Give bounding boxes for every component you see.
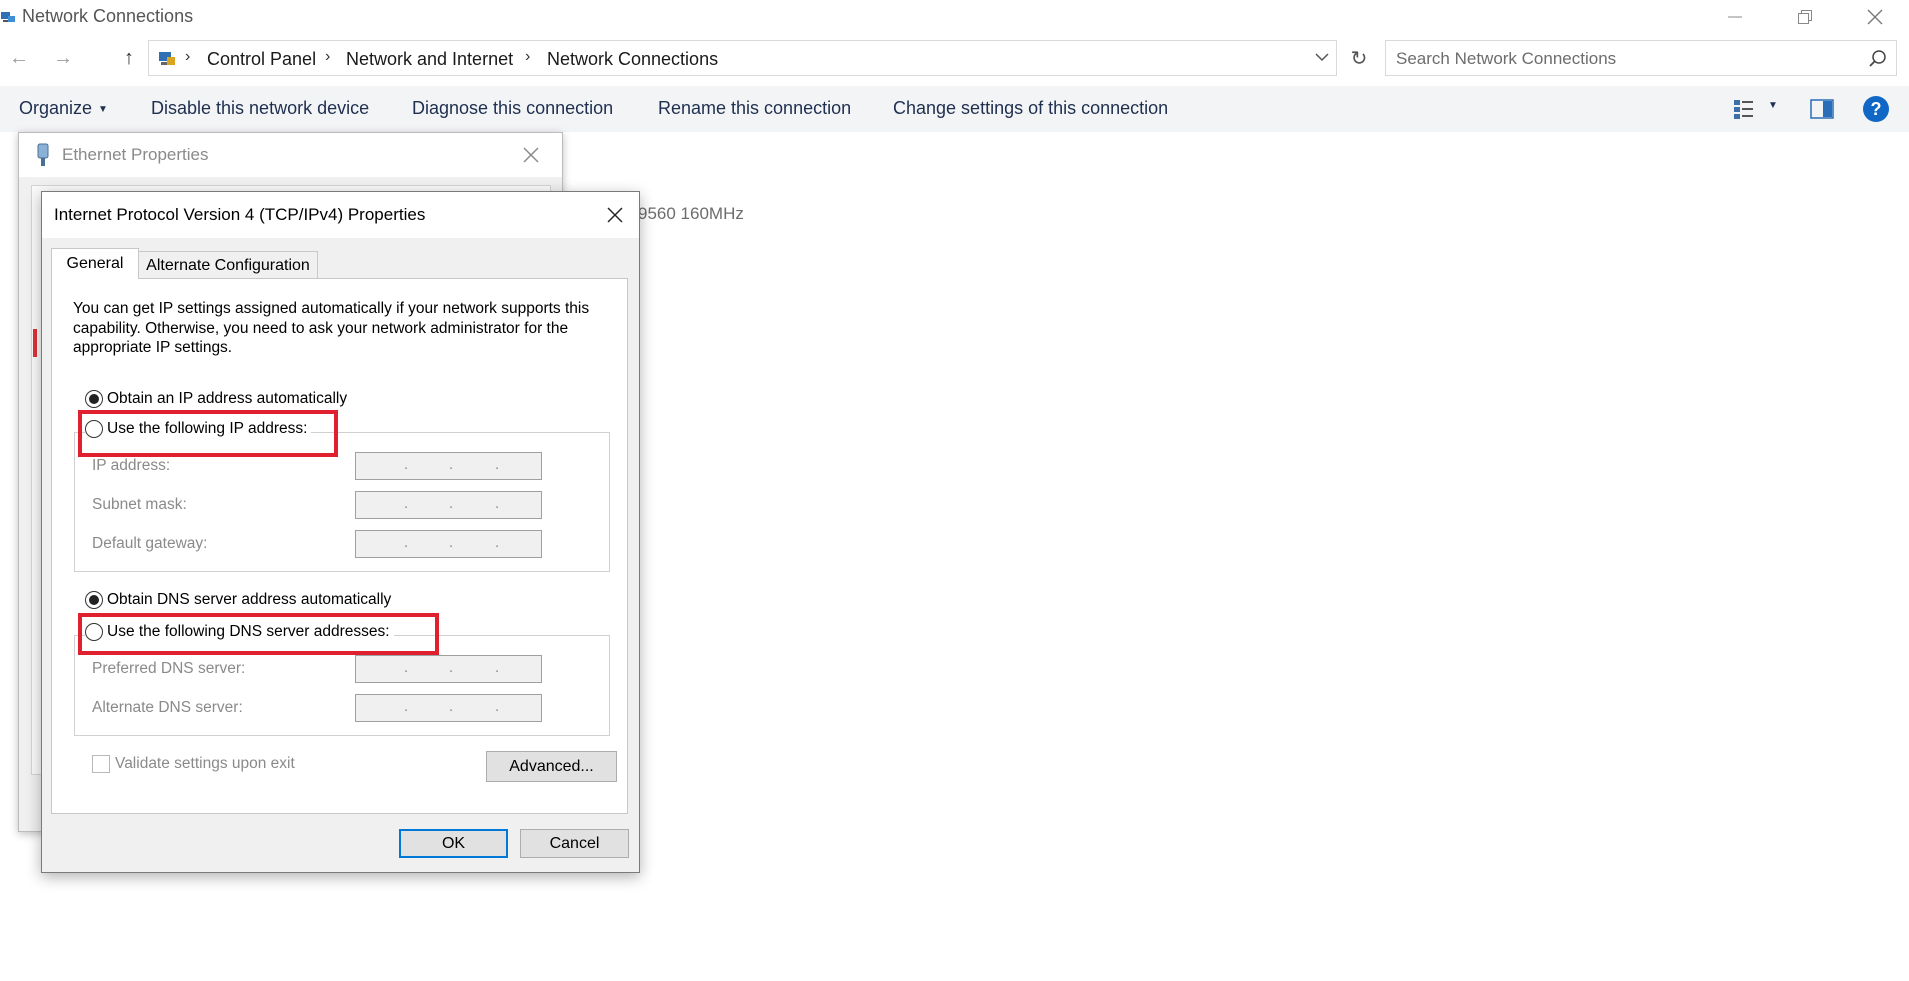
highlight-use-following-dns (78, 613, 439, 655)
window-titlebar: Network Connections (0, 0, 1909, 34)
tab-alternate-configuration[interactable]: Alternate Configuration (138, 251, 318, 279)
checkbox-unchecked-icon (92, 755, 110, 773)
ip-dot: . (449, 456, 454, 473)
obtain-dns-auto-label: Obtain DNS server address automatically (107, 591, 392, 608)
ipv4-dialog-title: Internet Protocol Version 4 (TCP/IPv4) P… (54, 205, 426, 224)
obtain-dns-auto-radio[interactable]: Obtain DNS server address automatically (85, 591, 391, 609)
address-row: ← → ↑ › Control Panel › Network and Inte… (0, 40, 1909, 76)
change-settings-button[interactable]: Change settings of this connection (893, 98, 1168, 119)
ip-dot: . (449, 534, 454, 551)
ip-address-label: IP address: (92, 457, 171, 474)
arrow-left-icon: ← (9, 46, 29, 69)
default-gateway-field: ... (355, 530, 542, 558)
change-view-icon[interactable] (1733, 98, 1755, 120)
chevron-down-icon[interactable] (1314, 49, 1330, 65)
ip-dot: . (404, 456, 409, 473)
ok-button[interactable]: OK (399, 829, 508, 858)
ip-dot: . (404, 534, 409, 551)
ethernet-adapter-icon (37, 143, 49, 166)
ipv4-dialog-titlebar: Internet Protocol Version 4 (TCP/IPv4) P… (42, 192, 639, 238)
ethernet-dialog-titlebar: Ethernet Properties (19, 133, 562, 177)
window-title: Network Connections (22, 6, 194, 26)
intro-text: You can get IP settings assigned automat… (73, 300, 590, 356)
ip-dot: . (449, 495, 454, 512)
ethernet-dialog-red-marker (33, 329, 37, 357)
ip-dot: . (449, 659, 454, 676)
organize-label: Organize (19, 98, 93, 118)
alternate-dns-field: ... (355, 694, 542, 722)
subnet-mask-field: ... (355, 491, 542, 519)
close-icon[interactable] (603, 203, 627, 227)
rename-connection-button[interactable]: Rename this connection (658, 98, 851, 119)
adapter-description-fragment: 9560 160MHz (638, 204, 744, 223)
default-gateway-label: Default gateway: (92, 535, 208, 552)
restore-icon (1798, 10, 1812, 24)
tab-general[interactable]: General (51, 248, 139, 279)
caret-down-icon: ▼ (98, 103, 108, 115)
breadcrumb-network-connections[interactable]: Network Connections (547, 49, 718, 70)
network-connections-icon (1, 12, 15, 22)
view-options-caret-icon[interactable]: ▼ (1768, 100, 1778, 111)
help-icon[interactable]: ? (1863, 96, 1889, 122)
help-label: ? (1870, 98, 1882, 119)
highlight-use-following-ip (78, 410, 338, 457)
breadcrumb-network-and-internet[interactable]: Network and Internet (346, 49, 513, 70)
search-input[interactable]: Search Network Connections (1385, 40, 1897, 76)
ip-dot: . (495, 698, 500, 715)
organize-menu[interactable]: Organize ▼ (19, 98, 108, 119)
control-panel-icon (159, 52, 175, 65)
refresh-icon: ↻ (1350, 47, 1368, 70)
arrow-right-icon: → (53, 46, 73, 69)
obtain-ip-auto-radio[interactable]: Obtain an IP address automatically (85, 390, 347, 408)
subnet-mask-label: Subnet mask: (92, 496, 187, 513)
restore-button[interactable] (1770, 0, 1840, 34)
preview-pane-icon[interactable] (1810, 98, 1834, 120)
validate-settings-checkbox: Validate settings upon exit (92, 755, 295, 773)
ipv4-properties-dialog: Internet Protocol Version 4 (TCP/IPv4) P… (41, 191, 640, 873)
close-icon (1867, 9, 1883, 25)
command-bar: Organize ▼ Disable this network device Di… (0, 86, 1909, 132)
advanced-button[interactable]: Advanced... (486, 751, 617, 782)
obtain-ip-auto-label: Obtain an IP address automatically (107, 390, 348, 407)
search-placeholder: Search Network Connections (1396, 49, 1617, 68)
cancel-button[interactable]: Cancel (520, 829, 629, 858)
chevron-right-icon: › (185, 48, 191, 65)
ip-dot: . (495, 659, 500, 676)
close-window-button[interactable] (1840, 0, 1909, 34)
alternate-dns-label: Alternate DNS server: (92, 699, 243, 716)
up-button[interactable]: ↑ (112, 40, 146, 76)
arrow-up-icon: ↑ (124, 46, 134, 69)
minimize-button[interactable] (1700, 0, 1770, 34)
diagnose-connection-button[interactable]: Diagnose this connection (412, 98, 613, 119)
ip-dot: . (404, 495, 409, 512)
chevron-right-icon: › (325, 48, 331, 65)
ip-dot: . (404, 698, 409, 715)
radio-selected-icon (85, 390, 103, 408)
close-icon[interactable] (519, 143, 543, 167)
ip-dot: . (495, 534, 500, 551)
back-button[interactable]: ← (2, 40, 36, 76)
ip-dot: . (495, 495, 500, 512)
minimize-icon (1728, 16, 1742, 18)
breadcrumb-control-panel[interactable]: Control Panel (207, 49, 316, 70)
forward-button[interactable]: → (46, 40, 80, 76)
search-icon[interactable] (1868, 49, 1888, 69)
general-tab-panel: You can get IP settings assigned automat… (51, 278, 628, 814)
chevron-right-icon: › (525, 48, 531, 65)
preferred-dns-label: Preferred DNS server: (92, 660, 246, 677)
disable-device-button[interactable]: Disable this network device (151, 98, 369, 119)
radio-selected-icon (85, 591, 103, 609)
preferred-dns-field: ... (355, 655, 542, 683)
ip-address-field: ... (355, 452, 542, 480)
ip-dot: . (495, 456, 500, 473)
ip-dot: . (404, 659, 409, 676)
ip-dot: . (449, 698, 454, 715)
refresh-button[interactable]: ↻ (1344, 40, 1374, 76)
address-bar[interactable]: › Control Panel › Network and Internet ›… (148, 40, 1337, 76)
validate-settings-label: Validate settings upon exit (115, 755, 295, 772)
ethernet-dialog-title: Ethernet Properties (62, 145, 209, 164)
